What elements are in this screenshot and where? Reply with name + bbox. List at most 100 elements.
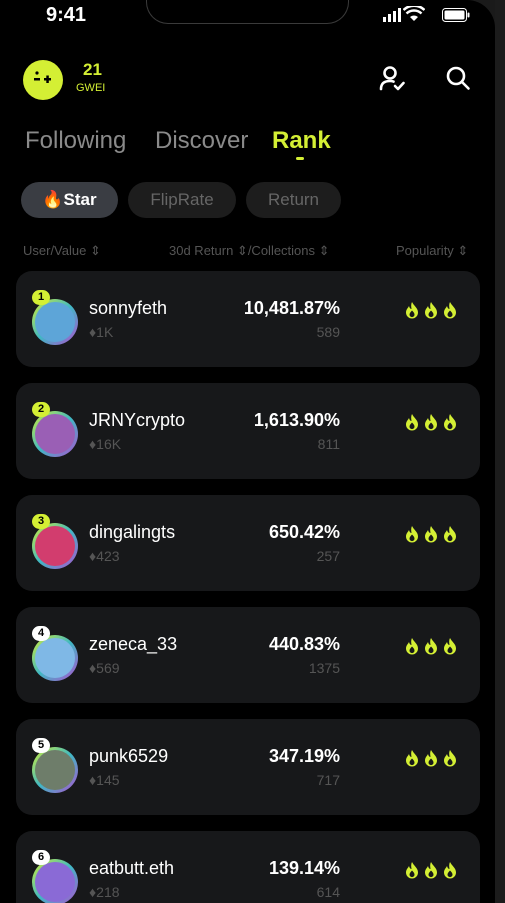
eth-value-text: 16K <box>96 436 122 452</box>
gas-unit: GWEI <box>76 82 106 94</box>
flame-emoji-icon: 🔥 <box>42 190 64 209</box>
rank-row[interactable]: 5 punk6529 ♦145 347.19% 717 <box>16 719 480 815</box>
rank-badge: 5 <box>32 738 50 753</box>
collections-count: 257 <box>316 548 340 564</box>
tab-discover[interactable]: Discover <box>155 127 248 155</box>
search-icon[interactable] <box>444 64 472 92</box>
username[interactable]: JRNYcrypto <box>89 410 185 431</box>
avatar-ring <box>32 635 78 681</box>
column-return-collections[interactable]: 30d Return ⇕/Collections ⇕ <box>169 243 330 259</box>
avatar[interactable] <box>35 750 75 790</box>
status-bar: 9:41 <box>0 0 495 34</box>
signal-icon <box>383 8 401 22</box>
eth-value: ♦145 <box>89 772 120 788</box>
flame-icon <box>424 861 438 884</box>
eth-value-text: 218 <box>96 884 120 900</box>
flame-icon <box>424 413 438 436</box>
status-time: 9:41 <box>46 4 87 26</box>
flame-icon <box>424 749 438 772</box>
tab-rank[interactable]: Rank <box>272 127 331 155</box>
gas-value: 21 <box>83 60 102 79</box>
flame-icon <box>443 749 457 772</box>
avatar-ring <box>32 859 78 903</box>
return-value: 139.14% <box>268 858 340 878</box>
collections-count: 589 <box>316 324 340 340</box>
return-value: 347.19% <box>268 746 340 766</box>
return-value: 10,481.87% <box>243 298 340 318</box>
flame-icon <box>443 525 457 548</box>
popularity-flames <box>405 861 457 884</box>
tab-following[interactable]: Following <box>25 127 126 155</box>
avatar-ring <box>32 299 78 345</box>
eth-value: ♦569 <box>89 660 120 676</box>
eth-value: ♦1K <box>89 324 113 340</box>
collections-count: 717 <box>316 772 340 788</box>
collections-count: 1375 <box>308 660 340 676</box>
flame-icon <box>405 301 419 324</box>
return-value: 650.42% <box>268 522 340 542</box>
popularity-flames <box>405 637 457 660</box>
flame-icon <box>443 301 457 324</box>
filter-return[interactable]: Return <box>246 182 341 218</box>
rank-badge: 2 <box>32 402 50 417</box>
eth-value-text: 569 <box>96 660 120 676</box>
user-check-icon[interactable] <box>378 64 406 92</box>
eth-value: ♦423 <box>89 548 120 564</box>
flame-icon <box>405 637 419 660</box>
eth-value-text: 423 <box>96 548 120 564</box>
avatar[interactable] <box>35 302 75 342</box>
phone-screen: 9:41 21 GWEI Following Discover Rank 🔥St… <box>0 0 495 903</box>
popularity-flames <box>405 749 457 772</box>
rank-badge: 6 <box>32 850 50 865</box>
flame-icon <box>424 301 438 324</box>
filter-star-label: Star <box>63 190 97 209</box>
avatar[interactable] <box>35 862 75 902</box>
rank-badge: 3 <box>32 514 50 529</box>
avatar[interactable] <box>35 414 75 454</box>
eth-value-text: 1K <box>96 324 114 340</box>
collections-count: 614 <box>316 884 340 900</box>
username[interactable]: eatbutt.eth <box>89 858 174 879</box>
username[interactable]: punk6529 <box>89 746 168 767</box>
filter-fliprate[interactable]: FlipRate <box>128 182 236 218</box>
flame-icon <box>405 413 419 436</box>
avatar-ring <box>32 747 78 793</box>
rank-row[interactable]: 4 zeneca_33 ♦569 440.83% 1375 <box>16 607 480 703</box>
column-popularity[interactable]: Popularity ⇕ <box>396 243 468 259</box>
eth-value: ♦218 <box>89 884 120 900</box>
filter-star[interactable]: 🔥Star <box>21 182 118 218</box>
screen-edge <box>495 0 505 903</box>
popularity-flames <box>405 301 457 324</box>
column-user-value[interactable]: User/Value ⇕ <box>23 243 101 259</box>
tab-indicator <box>296 157 304 160</box>
avatar[interactable] <box>35 638 75 678</box>
popularity-flames <box>405 525 457 548</box>
battery-icon <box>442 8 470 22</box>
rank-row[interactable]: 1 sonnyfeth ♦1K 10,481.87% 589 <box>16 271 480 367</box>
rank-badge: 1 <box>32 290 50 305</box>
avatar[interactable] <box>35 526 75 566</box>
flame-icon <box>443 413 457 436</box>
flame-icon <box>424 525 438 548</box>
gas-logo-icon[interactable] <box>23 60 63 100</box>
rank-badge: 4 <box>32 626 50 641</box>
collections-count: 811 <box>317 436 340 452</box>
return-value: 440.83% <box>268 634 340 654</box>
notch <box>146 0 349 24</box>
flame-icon <box>443 861 457 884</box>
flame-icon <box>405 861 419 884</box>
popularity-flames <box>405 413 457 436</box>
flame-icon <box>424 637 438 660</box>
flame-icon <box>405 749 419 772</box>
avatar-ring <box>32 411 78 457</box>
flame-icon <box>405 525 419 548</box>
return-value: 1,613.90% <box>253 410 340 430</box>
rank-row[interactable]: 3 dingalingts ♦423 650.42% 257 <box>16 495 480 591</box>
flame-icon <box>443 637 457 660</box>
username[interactable]: zeneca_33 <box>89 634 177 655</box>
wifi-icon <box>403 6 425 21</box>
username[interactable]: sonnyfeth <box>89 298 167 319</box>
username[interactable]: dingalingts <box>89 522 175 543</box>
rank-row[interactable]: 2 JRNYcrypto ♦16K 1,613.90% 811 <box>16 383 480 479</box>
rank-row[interactable]: 6 eatbutt.eth ♦218 139.14% 614 <box>16 831 480 903</box>
